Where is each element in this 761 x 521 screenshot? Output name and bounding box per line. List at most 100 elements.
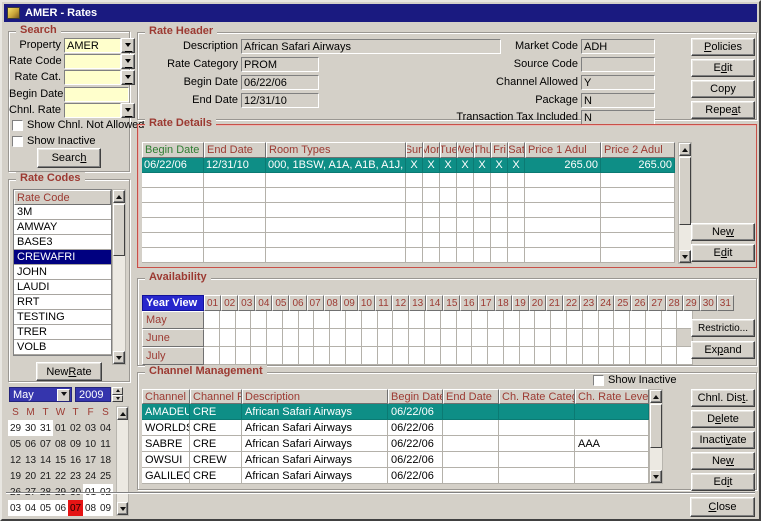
rate-code-item[interactable]: TESTING <box>14 310 111 325</box>
availability-cell[interactable] <box>362 329 378 347</box>
edit-rate-detail-button[interactable]: Edit <box>691 244 755 262</box>
availability-cell[interactable] <box>583 329 599 347</box>
availability-cell[interactable] <box>599 329 615 347</box>
show-chnl-not-allowed-checkbox[interactable] <box>12 120 23 131</box>
availability-cell[interactable] <box>457 347 473 365</box>
repeat-button[interactable]: Repeat <box>691 101 755 119</box>
channel-row[interactable]: AMADEUS CRE African Safari Airways 06/22… <box>142 404 649 420</box>
availability-cell[interactable] <box>378 329 394 347</box>
title-bar[interactable]: AMER - Rates <box>4 4 757 22</box>
availability-cell[interactable] <box>267 347 283 365</box>
calendar-year-field[interactable]: 2009 <box>75 387 111 402</box>
availability-cell[interactable] <box>551 347 567 365</box>
source-code-field[interactable] <box>581 57 655 72</box>
channel-allowed-field[interactable]: Y <box>581 75 655 90</box>
rate-code-column-header[interactable]: Rate Code <box>14 190 111 205</box>
calendar-day[interactable]: 19 <box>8 468 23 484</box>
rate-code-item[interactable]: LAUDI <box>14 280 111 295</box>
scrollbar-thumb[interactable] <box>650 404 662 448</box>
calendar-day[interactable]: 04 <box>98 420 113 436</box>
availability-cell[interactable] <box>488 329 504 347</box>
availability-cell[interactable] <box>504 311 520 329</box>
channel-column-header[interactable]: Channel <box>142 389 190 404</box>
availability-cell[interactable] <box>535 347 551 365</box>
rate-details-empty-row[interactable] <box>142 218 675 233</box>
calendar-day[interactable]: 13 <box>23 452 38 468</box>
availability-cell[interactable] <box>488 311 504 329</box>
scroll-down-button[interactable] <box>650 470 662 483</box>
availability-cell[interactable] <box>251 311 267 329</box>
availability-cell[interactable] <box>378 311 394 329</box>
chnl-rate-lov-button[interactable] <box>121 103 135 118</box>
availability-cell[interactable] <box>583 347 599 365</box>
availability-cell[interactable] <box>614 329 630 347</box>
calendar-day[interactable]: 15 <box>53 452 68 468</box>
availability-cell[interactable] <box>630 311 646 329</box>
availability-cell[interactable] <box>599 347 615 365</box>
calendar-day[interactable]: 06 <box>23 436 38 452</box>
channel-column-header[interactable]: Ch. Rate Category <box>499 389 575 404</box>
copy-button[interactable]: Copy <box>691 80 755 98</box>
rate-details-column-header[interactable]: Tue <box>440 142 457 158</box>
calendar-day[interactable]: 21 <box>38 468 53 484</box>
calendar-day[interactable]: 07 <box>68 500 83 516</box>
availability-cell[interactable] <box>314 311 330 329</box>
rate-category-field[interactable]: PROM <box>241 57 319 72</box>
rate-details-empty-row[interactable] <box>142 173 675 188</box>
availability-cell[interactable] <box>330 329 346 347</box>
package-field[interactable]: N <box>581 93 655 108</box>
availability-cell[interactable] <box>236 311 252 329</box>
rate-details-column-header[interactable]: End Date <box>204 142 266 158</box>
rate-code-item[interactable]: RRT <box>14 295 111 310</box>
rate-details-column-header[interactable]: Begin Date <box>142 142 204 158</box>
rate-details-column-header[interactable]: Price 2 Adul <box>601 142 675 158</box>
calendar-day[interactable]: 04 <box>23 500 38 516</box>
year-view-cell[interactable]: Year View <box>142 295 204 311</box>
calendar-day[interactable]: 05 <box>38 500 53 516</box>
availability-cell[interactable] <box>662 311 678 329</box>
calendar-day[interactable]: 17 <box>83 452 98 468</box>
availability-cell[interactable] <box>599 311 615 329</box>
availability-cell[interactable] <box>504 347 520 365</box>
availability-cell[interactable] <box>220 347 236 365</box>
show-inactive-channels-checkbox[interactable] <box>593 375 604 386</box>
rate-code-item[interactable]: JOHN <box>14 265 111 280</box>
new-rate-button[interactable]: New Rate <box>36 362 102 381</box>
calendar-day[interactable]: 20 <box>23 468 38 484</box>
availability-cell[interactable] <box>409 311 425 329</box>
calendar-month-select[interactable]: May <box>9 387 72 402</box>
availability-cell[interactable] <box>646 329 662 347</box>
availability-cell[interactable] <box>267 329 283 347</box>
availability-cell[interactable] <box>488 347 504 365</box>
rate-codes-scrollbar[interactable] <box>112 189 126 365</box>
availability-cell[interactable] <box>409 347 425 365</box>
rate-details-empty-row[interactable] <box>142 203 675 218</box>
availability-cell[interactable] <box>551 329 567 347</box>
rate-details-column-header[interactable]: Sat <box>508 142 525 158</box>
availability-cell[interactable] <box>520 329 536 347</box>
channel-column-header[interactable]: Channel Rate <box>190 389 242 404</box>
market-code-field[interactable]: ADH <box>581 39 655 54</box>
availability-cell[interactable] <box>567 329 583 347</box>
availability-cell[interactable] <box>567 347 583 365</box>
header-begin-date-field[interactable]: 06/22/06 <box>241 75 319 90</box>
restrictions-button[interactable]: Restrictio... <box>691 319 755 337</box>
availability-cell[interactable] <box>204 329 220 347</box>
rate-code-item[interactable]: BASE3 <box>14 235 111 250</box>
scroll-down-button[interactable] <box>679 250 691 263</box>
calendar-day[interactable]: 10 <box>83 436 98 452</box>
scrollbar-thumb[interactable] <box>113 204 125 256</box>
rate-code-item[interactable]: TRER <box>14 325 111 340</box>
property-lov-button[interactable] <box>121 38 135 53</box>
edit-header-button[interactable]: Edit <box>691 59 755 77</box>
availability-cell[interactable] <box>457 329 473 347</box>
close-button[interactable]: Close <box>690 497 755 517</box>
availability-cell[interactable] <box>283 329 299 347</box>
calendar-day[interactable]: 03 <box>83 420 98 436</box>
year-down-button[interactable] <box>112 395 123 403</box>
availability-cell[interactable] <box>425 347 441 365</box>
availability-cell[interactable] <box>346 311 362 329</box>
rate-details-column-header[interactable]: Room Types <box>266 142 406 158</box>
rate-code-lov-button[interactable] <box>121 54 135 69</box>
availability-cell[interactable] <box>457 311 473 329</box>
